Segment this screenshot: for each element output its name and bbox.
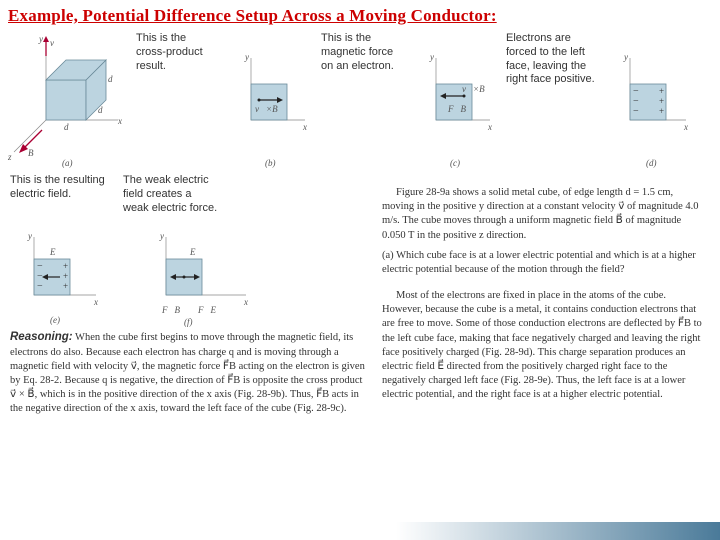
electric-field-icon: x y − − − + + + E⃗ (e): [6, 219, 106, 329]
cross-product-icon: x y v⃗×B⃗ (b): [223, 30, 311, 170]
figure-a: x y z d d d v⃗ B⃗ (a): [6, 30, 126, 170]
page-title: Example, Potential Difference Setup Acro…: [0, 0, 720, 28]
fe-label-f: F⃗E: [197, 305, 216, 315]
svg-text:x: x: [487, 122, 492, 132]
vxb-label: v⃗×B⃗: [255, 104, 285, 114]
figure-e: x y − − − + + + E⃗ (e): [6, 219, 106, 329]
figure-f: x y E⃗ F⃗B F⃗E (f): [136, 219, 256, 329]
svg-text:y: y: [27, 231, 32, 241]
z-axis-label: z: [7, 152, 12, 162]
y-axis-label: y: [38, 34, 43, 44]
svg-text:y: y: [244, 52, 249, 62]
caption-b: This is the cross-product result.: [132, 30, 217, 170]
caption-d: Electrons are forced to the left face, l…: [502, 30, 602, 170]
question-a: (a) Which cube face is at a lower electr…: [382, 249, 702, 277]
caption-f: The weak electric field creates a weak e…: [119, 172, 224, 217]
svg-text:y: y: [623, 52, 628, 62]
caption-e: This is the resulting electric field.: [6, 172, 111, 217]
figure-d: x y − − − + + + (d): [608, 30, 696, 170]
charge-separation-icon: x y − − − + + + (d): [608, 30, 696, 170]
svg-text:(c): (c): [450, 158, 460, 168]
caption-c: This is the magnetic force on an electro…: [317, 30, 402, 170]
svg-text:(f): (f): [184, 317, 193, 327]
problem-statement: Figure 28-9a shows a solid metal cube, o…: [382, 186, 702, 243]
right-text-column: Figure 28-9a shows a solid metal cube, o…: [382, 186, 702, 404]
b-vector-label: B⃗: [28, 148, 41, 158]
reasoning-text: When the cube first begins to move throu…: [10, 332, 365, 414]
cube-diagram-icon: x y z d d d v⃗ B⃗ (a): [6, 30, 126, 170]
svg-text:+: +: [659, 106, 664, 116]
svg-text:v⃗×B⃗: v⃗×B⃗: [462, 84, 492, 94]
e-vector-label: E⃗: [49, 247, 63, 257]
svg-text:+: +: [63, 271, 68, 281]
figure-a-label: (a): [62, 158, 73, 168]
svg-text:x: x: [243, 297, 248, 307]
svg-text:(e): (e): [50, 315, 60, 325]
magnetic-force-icon: x y v⃗×B⃗ F⃗B (c): [408, 30, 496, 170]
reasoning-block: Reasoning: When the cube first begins to…: [10, 330, 365, 418]
svg-text:−: −: [37, 281, 43, 292]
v-vector-label: v⃗: [50, 38, 61, 48]
reasoning-heading: Reasoning:: [10, 331, 73, 343]
svg-text:x: x: [93, 297, 98, 307]
x-axis-label: x: [117, 116, 122, 126]
svg-text:(d): (d): [646, 158, 657, 168]
fb-label: F⃗B: [447, 104, 466, 114]
dim-d-front: d: [64, 122, 69, 132]
svg-text:+: +: [659, 96, 664, 106]
figure-row-1: x y z d d d v⃗ B⃗ (a) This is the cross-…: [0, 28, 720, 170]
figure-c: x y v⃗×B⃗ F⃗B (c): [408, 30, 496, 170]
dim-d-edge: d: [108, 74, 113, 84]
svg-text:+: +: [63, 281, 68, 291]
figure-b: x y v⃗×B⃗ (b): [223, 30, 311, 170]
dim-d-side: d: [98, 105, 103, 115]
electric-force-icon: x y E⃗ F⃗B F⃗E (f): [136, 219, 256, 329]
svg-text:+: +: [63, 261, 68, 271]
svg-text:+: +: [659, 86, 664, 96]
svg-text:y: y: [159, 231, 164, 241]
footer-bar: [0, 522, 720, 540]
fb-label-f: F⃗B: [161, 305, 180, 315]
discussion-paragraph: Most of the electrons are fixed in place…: [382, 289, 702, 402]
svg-text:E⃗: E⃗: [189, 247, 203, 257]
svg-text:y: y: [429, 52, 434, 62]
svg-text:x: x: [683, 122, 688, 132]
svg-text:(b): (b): [265, 158, 276, 168]
svg-text:−: −: [633, 106, 639, 117]
svg-text:x: x: [302, 122, 307, 132]
